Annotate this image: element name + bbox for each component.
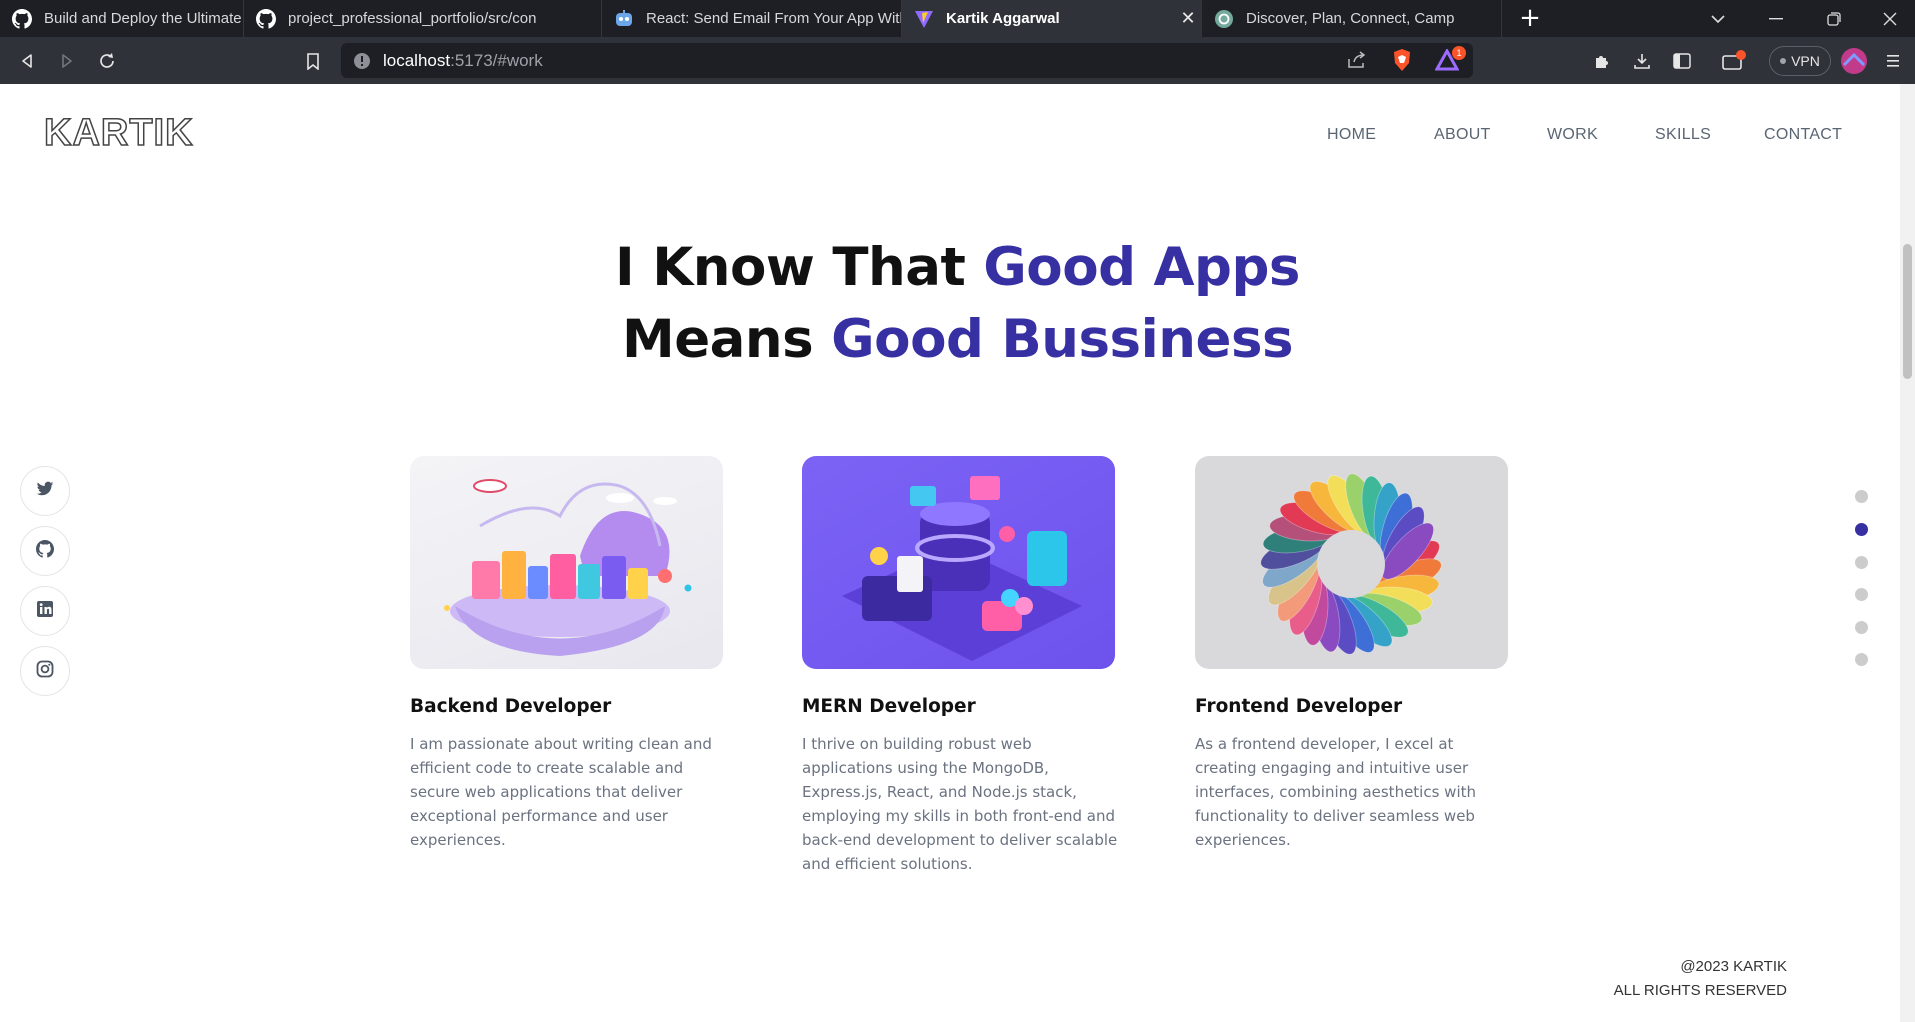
github-icon [256, 8, 276, 29]
section-dot[interactable] [1855, 556, 1868, 569]
frontend-illustration [1195, 456, 1508, 669]
share-icon[interactable] [1347, 51, 1367, 73]
hero-accent-text: Good Apps [983, 237, 1300, 298]
card-description: I thrive on building robust web applicat… [802, 735, 1118, 873]
vpn-button[interactable]: VPN [1769, 46, 1831, 76]
swirl-center [1317, 530, 1385, 598]
download-icon[interactable] [1626, 45, 1658, 77]
scrollbar-thumb[interactable] [1903, 244, 1912, 379]
section-dot[interactable] [1855, 621, 1868, 634]
browser-toolbar: localhost:5173/#work 1 VPN [0, 37, 1915, 84]
tab-title: project_professional_portfolio/src/con [288, 10, 537, 27]
minimize-icon[interactable] [1748, 0, 1804, 37]
wallet-icon[interactable] [1718, 45, 1750, 77]
footer-rights: ALL RIGHTS RESERVED [1613, 982, 1787, 999]
hero-line-1: I Know That Good Apps [615, 237, 1300, 298]
section-dot[interactable] [1855, 588, 1868, 601]
menu-icon[interactable] [1877, 45, 1909, 77]
twitter-icon [36, 481, 54, 501]
page-title: I Know That Good Apps Means Good Bussine… [0, 232, 1915, 376]
tab-title: React: Send Email From Your App With [646, 10, 901, 27]
url-path: :5173/#work [450, 51, 543, 70]
twitter-link[interactable] [20, 466, 70, 516]
vpn-status-dot [1780, 58, 1787, 64]
reload-icon[interactable] [91, 45, 123, 77]
restore-icon[interactable] [1806, 0, 1862, 37]
nav-work[interactable]: WORK [1547, 126, 1598, 144]
browser-tab[interactable]: Build and Deploy the Ultimate Web De [0, 0, 244, 37]
card-description: As a frontend developer, I excel at crea… [1195, 735, 1477, 849]
address-bar[interactable]: localhost:5173/#work 1 [341, 43, 1473, 78]
card-title: MERN Developer [802, 696, 976, 717]
card-title: Frontend Developer [1195, 696, 1403, 717]
section-dot[interactable] [1855, 490, 1868, 503]
robot-icon [614, 9, 634, 29]
nav-about[interactable]: ABOUT [1434, 126, 1491, 144]
hero-text: Means [621, 309, 832, 370]
tab-title: Build and Deploy the Ultimate Web De [44, 10, 243, 27]
mern-illustration [802, 456, 1115, 669]
notification-badge: 1 [1452, 46, 1466, 60]
new-tab-button[interactable]: + [1515, 3, 1545, 33]
backend-illustration [410, 456, 723, 669]
site-info-icon[interactable] [353, 52, 371, 74]
nav-home[interactable]: HOME [1327, 126, 1376, 144]
github-icon [12, 8, 32, 29]
linkedin-icon [36, 600, 54, 622]
footer-copyright: @2023 KARTIK [1680, 958, 1787, 975]
linkedin-link[interactable] [20, 586, 70, 636]
tab-title: Discover, Plan, Connect, Camp [1246, 10, 1455, 27]
github-link[interactable] [20, 526, 70, 576]
url-host: localhost [383, 51, 451, 70]
brave-shields-icon[interactable] [1391, 48, 1413, 76]
sidebar-icon[interactable] [1666, 45, 1698, 77]
close-tab-icon[interactable]: ✕ [1175, 8, 1201, 29]
bookmark-icon[interactable] [297, 45, 329, 77]
section-dot-active[interactable] [1855, 523, 1868, 536]
browser-tab[interactable]: React: Send Email From Your App With [602, 0, 902, 37]
profile-avatar[interactable] [1838, 45, 1870, 77]
nav-skills[interactable]: SKILLS [1655, 126, 1711, 144]
page-scrollbar[interactable] [1900, 84, 1915, 1022]
browser-tab[interactable]: Discover, Plan, Connect, Camp [1202, 0, 1502, 37]
section-dot[interactable] [1855, 653, 1868, 666]
browser-tab-bar: Build and Deploy the Ultimate Web De pro… [0, 0, 1915, 37]
color-swirl-graphic [1260, 473, 1442, 655]
hero-line-2: Means Good Bussiness [621, 309, 1294, 370]
card-description: I am passionate about writing clean and … [410, 735, 712, 849]
browser-tab-active[interactable]: Kartik Aggarwal ✕ [902, 0, 1202, 37]
extensions-icon[interactable] [1586, 45, 1618, 77]
site-logo[interactable]: KARTIK [43, 111, 194, 155]
forward-icon[interactable] [51, 45, 83, 77]
nav-contact[interactable]: CONTACT [1764, 126, 1842, 144]
instagram-icon [36, 660, 54, 682]
hero-text: I Know That [615, 237, 984, 298]
close-window-icon[interactable] [1862, 0, 1915, 37]
hero-accent-text: Good Bussiness [831, 309, 1294, 370]
browser-tab[interactable]: project_professional_portfolio/src/con [244, 0, 602, 37]
instagram-link[interactable] [20, 646, 70, 696]
vpn-label: VPN [1791, 53, 1820, 69]
tab-search-chevron-icon[interactable] [1690, 0, 1746, 37]
vite-icon [914, 9, 934, 29]
card-title: Backend Developer [410, 696, 612, 717]
github-icon [36, 540, 54, 562]
tab-title: Kartik Aggarwal [946, 10, 1060, 27]
back-icon[interactable] [11, 45, 43, 77]
page-viewport: KARTIK HOME ABOUT WORK SKILLS CONTACT I … [0, 84, 1915, 1022]
url-text: localhost:5173/#work [383, 51, 543, 71]
chatgpt-icon [1214, 9, 1234, 29]
